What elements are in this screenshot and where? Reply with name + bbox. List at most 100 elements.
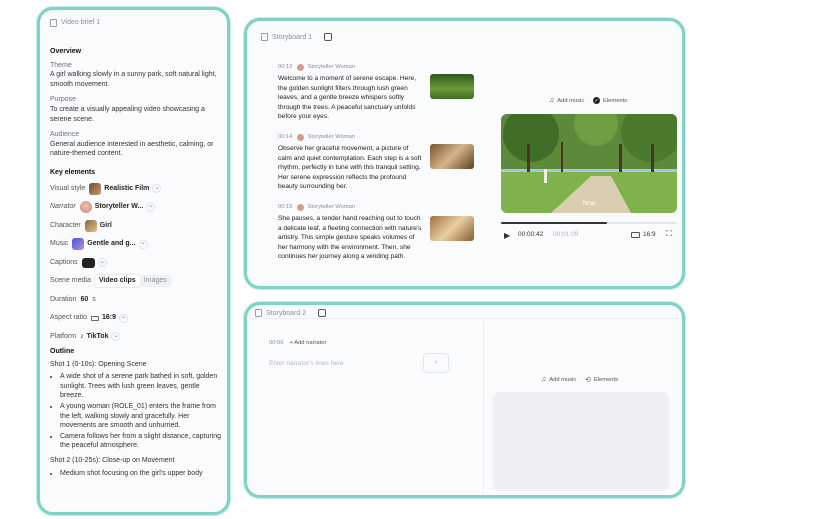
add-music-button[interactable]: ♫ Add music (549, 97, 584, 104)
scene-text[interactable]: She pauses, a tender hand reaching out t… (278, 214, 424, 261)
music-select[interactable]: Gentle and g... ⌄ (72, 238, 148, 251)
storyboard-1-title: Storyboard 1 (272, 33, 313, 41)
theme-label: Theme (50, 61, 72, 69)
scene-narrator: Storyteller Woman (307, 64, 356, 70)
narrator-avatar (296, 204, 304, 212)
add-music-label: Add music (557, 97, 585, 104)
theme-text: A girl walking slowly in a sunny park, s… (50, 71, 217, 88)
shot1-list: A wide shot of a serene park bathed in s… (50, 372, 222, 451)
storyboard-2-panel: Storyboard 2 00:06 + Add narrator Enter … (244, 302, 685, 498)
duration-input[interactable]: 60 (80, 295, 88, 305)
chevron-down-icon: ⌄ (138, 239, 148, 249)
play-icon[interactable]: ▶ (504, 231, 510, 240)
shot1-title: Shot 1 (0-10s): Opening Scene (50, 360, 147, 368)
scene-time: 00:14 (278, 134, 293, 140)
character-value: Girl (99, 221, 112, 229)
narrator-avatar (296, 64, 304, 72)
scene-media-row: Scene media Video clips Images (50, 272, 222, 291)
chevron-down-icon: ⌄ (152, 184, 162, 194)
music-note-icon: ♫ (549, 97, 555, 104)
audience-text: General audience interested in aesthetic… (50, 140, 214, 158)
scene-text[interactable]: Observe her graceful movement, a picture… (278, 144, 424, 191)
duration-unit: s (92, 295, 96, 303)
caption-style-swatch (81, 257, 95, 268)
platform-label: Platform (50, 332, 77, 340)
aspect-ratio-select[interactable]: 16:9 ⌄ (90, 313, 128, 323)
images-option[interactable]: Images (139, 275, 171, 288)
storyboard-2-title: Storyboard 2 (266, 309, 307, 317)
brief-title: Video brief 1 (61, 19, 101, 27)
list-item: Camera follows her from a slight distanc… (60, 432, 222, 451)
video-preview[interactable]: Now (501, 114, 677, 213)
chevron-down-icon: ⌄ (118, 313, 128, 323)
key-elements-heading: Key elements (50, 168, 96, 176)
storyboard-1-panel: Storyboard 1 00:12 Storyteller Woman Wel… (244, 18, 685, 289)
aspect-icon (631, 231, 640, 238)
narrator-select[interactable]: Storyteller W... ⌄ (79, 201, 156, 214)
fullscreen-icon[interactable]: ⛶ (666, 229, 672, 239)
scene-1-thumbnail[interactable] (430, 74, 474, 99)
scene-3-thumbnail[interactable] (430, 216, 474, 241)
add-image-button[interactable]: ⌕ (423, 353, 449, 373)
visual-style-label: Visual style (50, 184, 86, 192)
storyboard-icon (255, 309, 262, 317)
captions-select[interactable]: ⌄ (81, 257, 107, 268)
scene-2-thumbnail[interactable] (430, 144, 474, 169)
audience-label: Audience (50, 131, 80, 139)
scene-media-label: Scene media (50, 277, 91, 285)
narrator-label: Narrator (50, 203, 76, 211)
character-row: Character Girl (50, 217, 222, 236)
header-divider (247, 318, 682, 319)
scene-meta: 00:12 Storyteller Woman (278, 63, 476, 72)
narrator-lines-input[interactable]: Enter narrator's lines here (269, 360, 344, 367)
narrator-row: Narrator Storyteller W... ⌄ (50, 198, 222, 217)
chevron-down-icon: ⌄ (146, 202, 156, 212)
search-frame-icon[interactable] (318, 309, 327, 317)
park-scene-image (501, 114, 677, 213)
character-select[interactable]: Girl (84, 219, 112, 232)
captions-row: Captions ⌄ (50, 254, 222, 273)
music-value: Gentle and g... (87, 240, 136, 248)
elements-label: Elements (603, 97, 628, 104)
storyboard-1-header: Storyboard 1 (261, 30, 333, 44)
brief-header: Video brief 1 (50, 16, 222, 30)
search-frame-icon[interactable] (324, 33, 333, 41)
scene-time: 00:12 (278, 64, 293, 70)
elements-button[interactable]: ⟲ Elements (585, 376, 618, 384)
visual-style-row: Visual style Realistic Film ⌄ (50, 180, 222, 199)
purpose-label: Purpose (50, 96, 77, 104)
outline-heading: Outline (50, 348, 75, 356)
visual-style-select[interactable]: Realistic Film ⌄ (89, 182, 162, 195)
column-divider (483, 319, 484, 495)
add-music-button[interactable]: ♫ Add music (541, 376, 576, 383)
music-row: Music Gentle and g... ⌄ (50, 235, 222, 254)
elements-button[interactable]: ✓ Elements (593, 97, 627, 104)
duration-label: Duration (50, 295, 77, 303)
add-narrator-button[interactable]: + Add narrator (290, 340, 327, 346)
character-label: Character (50, 221, 81, 229)
current-time: 00:00:42 (518, 231, 544, 238)
purpose-text: To create a visually appealing video sho… (50, 105, 205, 123)
scene-meta: 00:06 + Add narrator (269, 340, 326, 346)
scene-text[interactable]: Welcome to a moment of serene escape. He… (278, 74, 424, 121)
music-thumbnail (72, 238, 85, 251)
scene-time: 00:15 (278, 204, 293, 210)
aspect-ratio-label: Aspect ratio (50, 314, 87, 322)
elements-label: Elements (593, 377, 619, 383)
progress-bar[interactable] (501, 222, 677, 224)
elements-icon: ⟲ (585, 377, 591, 384)
total-time: 00:01:09 (553, 231, 579, 238)
scene-media-toggle: Video clips Images (94, 275, 171, 288)
tiktok-icon: ♪ (80, 332, 84, 340)
music-label: Music (50, 240, 69, 248)
list-item: A young woman (ROLE_01) enters the frame… (60, 402, 222, 431)
aspect-ratio-row: Aspect ratio 16:9 ⌄ (50, 309, 222, 328)
platform-select[interactable]: ♪ TikTok ⌄ (80, 332, 121, 342)
video-placeholder[interactable] (493, 392, 669, 491)
captions-label: Captions (50, 258, 78, 266)
list-item: Medium shot focusing on the girl's upper… (60, 469, 222, 479)
video-brief-panel: Video brief 1 Overview Theme A girl walk… (37, 7, 230, 515)
aspect-select[interactable]: 16:9 (631, 231, 656, 238)
add-narrator-label: Add narrator (294, 340, 327, 346)
video-clips-option[interactable]: Video clips (94, 275, 140, 288)
